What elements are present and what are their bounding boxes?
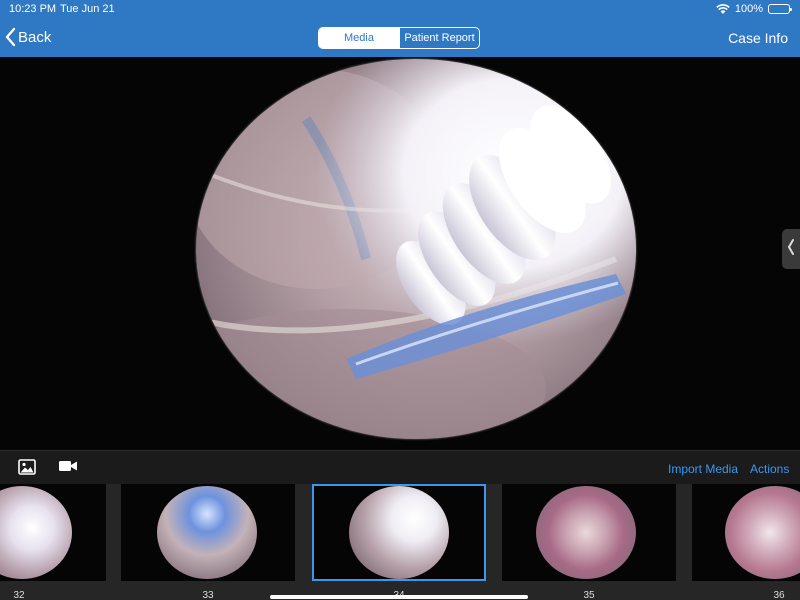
thumbnail-36[interactable] <box>692 484 800 581</box>
thumbnail-label: 33 <box>202 590 214 600</box>
status-time: 10:23 PM <box>9 3 57 15</box>
thumbnail-35[interactable] <box>502 484 676 581</box>
actions-button[interactable]: Actions <box>750 462 789 476</box>
status-right: 100% <box>716 3 792 15</box>
import-media-button[interactable]: Import Media <box>668 462 738 476</box>
thumbnail-33[interactable] <box>121 484 295 581</box>
thumbnail-label: 35 <box>583 590 595 600</box>
back-label: Back <box>18 28 52 46</box>
thumbnail-filmstrip[interactable]: 32 33 34 35 36 <box>0 484 800 600</box>
wifi-icon <box>716 4 730 14</box>
tab-patient-report[interactable]: Patient Report <box>399 28 479 48</box>
case-info-button[interactable]: Case Info <box>728 30 788 46</box>
status-date: Tue Jun 21 <box>60 3 115 15</box>
arthroscopy-scene <box>196 59 636 439</box>
media-viewer[interactable] <box>0 57 800 450</box>
home-indicator[interactable] <box>270 595 528 599</box>
chevron-left-icon <box>787 238 795 261</box>
segmented-control: Media Patient Report <box>318 27 480 49</box>
thumbnail-34[interactable] <box>312 484 486 581</box>
video-camera-icon[interactable] <box>58 459 78 478</box>
status-bar: 10:23 PM Tue Jun 21 100% <box>0 0 800 20</box>
battery-icon <box>768 4 792 14</box>
chevron-left-icon <box>4 27 18 47</box>
thumbnail-32[interactable] <box>0 484 106 581</box>
arthroscopy-image <box>196 59 636 439</box>
thumbnail-label: 36 <box>773 590 785 600</box>
thumbnail-label: 32 <box>13 590 25 600</box>
thumbnail-image <box>536 486 636 579</box>
battery-percent: 100% <box>734 3 763 15</box>
media-toolbar: Import Media Actions <box>0 450 800 484</box>
tab-media[interactable]: Media <box>319 28 399 48</box>
thumbnail-image <box>349 486 449 579</box>
thumbnail-image <box>0 486 72 579</box>
navigation-bar: Back Media Patient Report Case Info <box>0 20 800 57</box>
thumbnail-image <box>157 486 257 579</box>
photo-icon[interactable] <box>18 459 36 480</box>
thumbnail-image <box>725 486 800 579</box>
side-panel-handle[interactable] <box>782 229 800 269</box>
back-button[interactable]: Back <box>4 27 51 47</box>
